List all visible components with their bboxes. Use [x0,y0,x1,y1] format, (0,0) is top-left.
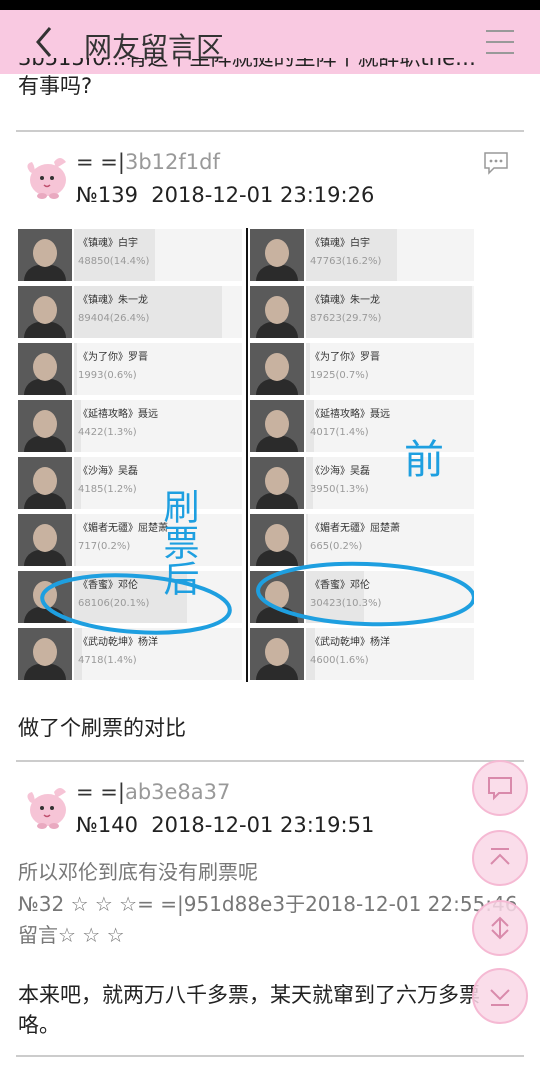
quoted-line-1: 所以邓伦到底有没有刷票呢 [18,860,258,884]
comment-icon [488,777,512,801]
circle-before-denglun [256,561,474,627]
post-divider [16,760,524,762]
fab-scroll-bottom-button[interactable] [472,968,528,1024]
handwritten-annotations: 刷票后 前 [40,437,474,635]
post-meta: №140 2018-12-01 23:19:51 [76,813,374,837]
author-id: ab3e8a37 [124,780,231,804]
previous-post-tail: 有事吗? [18,74,93,98]
status-bar [0,0,540,10]
post-author: = =|ab3e8a37 [76,780,230,804]
vote-comparison-image: 《镇魂》白宇 48850(14.4%) 《镇魂》朱一龙 89404(26.4%) 《为了… [18,228,474,682]
scroll-top-icon [490,848,510,865]
author-id: 3b12f1df [124,150,220,174]
fab-refresh-button[interactable] [472,900,528,956]
post-meta: №139 2018-12-01 23:19:26 [76,183,374,207]
reply-icon[interactable] [482,150,510,176]
previous-post-text: 3b515f0…有这个坐阵就挺的坐阵个就辞职the… 有事吗? [18,58,518,118]
quoted-line-3: 留言☆ ☆ ☆ [18,923,125,947]
post-text: 做了个刷票的对比 [18,716,186,740]
post-author: = =|3b12f1df [76,150,220,174]
back-icon[interactable] [30,24,60,60]
post-text: 本来吧，就两万八千多票，某天就窜到了六万多票咯。 [18,983,480,1037]
post-divider [16,1055,524,1057]
post-datetime: 2018-12-01 23:19:51 [151,813,375,837]
fab-scroll-top-button[interactable] [472,830,528,886]
quoted-line-2: №32 ☆ ☆ ☆= =|951d88e3于2018-12-01 22:55:4… [18,892,518,916]
menu-icon[interactable] [486,30,514,54]
post-divider [16,130,524,132]
post-datetime: 2018-12-01 23:19:26 [151,183,375,207]
annotation-left: 刷票后 [158,488,199,596]
annotation-right: 前 [404,437,444,483]
circle-after-denglun [40,573,232,635]
post-number: №140 [76,813,138,837]
avatar[interactable] [20,152,70,200]
avatar[interactable] [20,782,70,830]
author-prefix: = =| [76,150,125,174]
fab-comment-button[interactable] [472,760,528,816]
author-prefix: = =| [76,780,125,804]
refresh-icon [491,916,509,940]
post-number: №139 [76,183,138,207]
scroll-bottom-icon [490,989,510,1006]
